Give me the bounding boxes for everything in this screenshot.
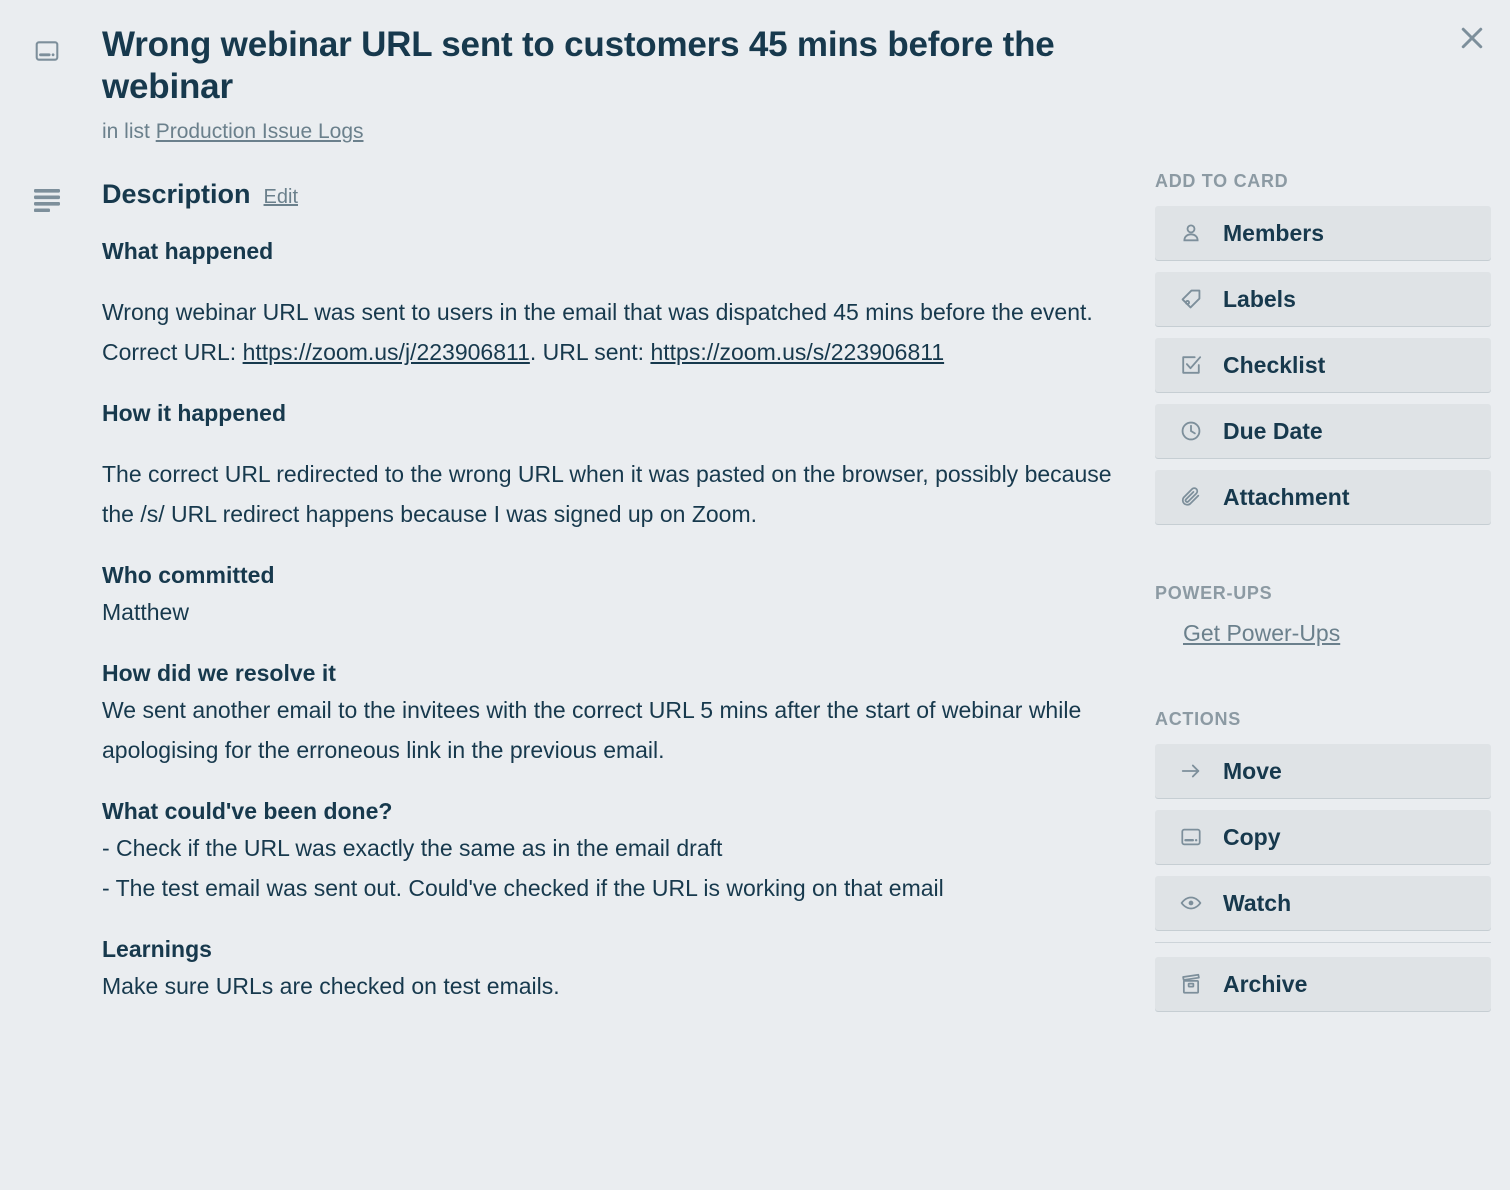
add-labels-button[interactable]: Labels (1155, 272, 1491, 326)
what-happened-text-part-b: . URL sent: (530, 339, 651, 365)
add-due-date-label: Due Date (1223, 418, 1323, 445)
add-attachment-button[interactable]: Attachment (1155, 470, 1491, 524)
how-it-happened-text: The correct URL redirected to the wrong … (102, 454, 1137, 534)
in-list-label: in list (102, 120, 150, 143)
page-title: Wrong webinar URL sent to customers 45 m… (102, 24, 1160, 108)
breadcrumb: in list Production Issue Logs (102, 119, 1160, 145)
learnings-title: Learnings (102, 934, 1140, 964)
archive-box-icon (1179, 972, 1203, 996)
who-committed-text: Matthew (102, 592, 1137, 632)
clock-icon (1179, 419, 1203, 443)
tag-icon (1179, 287, 1203, 311)
description-heading: Description (102, 178, 251, 210)
add-due-date-button[interactable]: Due Date (1155, 404, 1491, 458)
close-dialog-button[interactable] (1450, 16, 1494, 60)
how-resolved-title: How did we resolve it (102, 658, 1140, 688)
description-edit-link[interactable]: Edit (264, 185, 298, 209)
description-lines-icon (34, 188, 62, 212)
get-power-ups-link[interactable]: Get Power-Ups (1183, 618, 1340, 648)
description-content: What happened Wrong webinar URL was sent… (102, 236, 1140, 1006)
person-icon (1179, 221, 1203, 245)
checkbox-check-icon (1179, 353, 1203, 377)
add-members-button[interactable]: Members (1155, 206, 1491, 260)
powerups-section-title: Power-Ups (1155, 582, 1491, 604)
move-card-label: Move (1223, 758, 1282, 785)
description-section: Description Edit What happened Wrong web… (0, 178, 1140, 1006)
add-checklist-label: Checklist (1223, 352, 1325, 379)
card-header: Wrong webinar URL sent to customers 45 m… (0, 24, 1160, 145)
add-to-card-section-title: Add to Card (1155, 170, 1491, 192)
actions-section-title: Actions (1155, 708, 1491, 730)
card-icon (1179, 825, 1203, 849)
archive-card-label: Archive (1223, 971, 1307, 998)
close-icon (1457, 23, 1487, 53)
move-card-button[interactable]: Move (1155, 744, 1491, 798)
add-members-label: Members (1223, 220, 1324, 247)
watch-card-label: Watch (1223, 890, 1291, 917)
add-attachment-label: Attachment (1223, 484, 1350, 511)
powerups-section: Power-Ups Get Power-Ups (1155, 582, 1491, 648)
how-resolved-text: We sent another email to the invitees wi… (102, 690, 1137, 770)
copy-card-label: Copy (1223, 824, 1281, 851)
actions-divider (1155, 942, 1491, 943)
what-happened-text: Wrong webinar URL was sent to users in t… (102, 292, 1137, 372)
copy-card-button[interactable]: Copy (1155, 810, 1491, 864)
sent-url-link[interactable]: https://zoom.us/s/223906811 (650, 339, 944, 365)
what-could-been-done-line-1: - Check if the URL was exactly the same … (102, 828, 1137, 868)
card-sidebar: Add to Card Members Labels Checklist (1155, 170, 1491, 1023)
add-labels-label: Labels (1223, 286, 1296, 313)
paperclip-icon (1179, 485, 1203, 509)
correct-url-link[interactable]: https://zoom.us/j/223906811 (243, 339, 530, 365)
eye-icon (1179, 891, 1203, 915)
what-could-been-done-title: What could've been done? (102, 796, 1140, 826)
what-happened-title: What happened (102, 236, 1140, 266)
actions-section: Actions Move Copy (1155, 708, 1491, 1011)
add-checklist-button[interactable]: Checklist (1155, 338, 1491, 392)
arrow-right-icon (1179, 759, 1203, 783)
list-link[interactable]: Production Issue Logs (156, 120, 364, 143)
learnings-text: Make sure URLs are checked on test email… (102, 966, 1137, 1006)
what-could-been-done-line-2: - The test email was sent out. Could've … (102, 868, 1137, 908)
who-committed-title: Who committed (102, 560, 1140, 590)
how-it-happened-title: How it happened (102, 398, 1140, 428)
watch-card-button[interactable]: Watch (1155, 876, 1491, 930)
archive-card-button[interactable]: Archive (1155, 957, 1491, 1011)
card-icon (34, 38, 60, 64)
